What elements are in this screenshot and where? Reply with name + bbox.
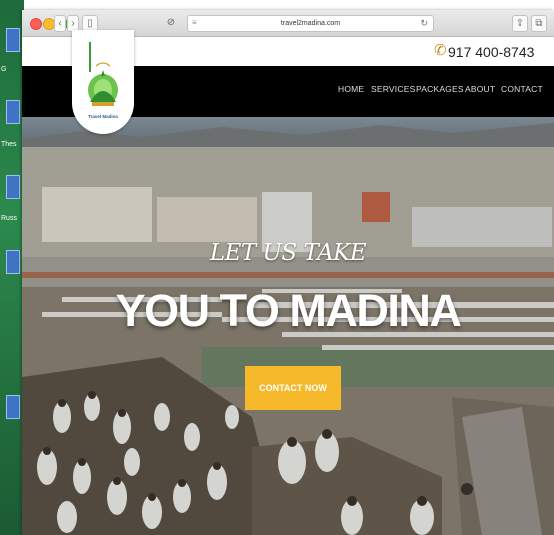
logo-name: Travel Madina <box>88 114 118 119</box>
hero-title: YOU TO MADINA <box>115 285 462 336</box>
desktop-file-icon[interactable] <box>6 100 20 124</box>
desktop-file-icon[interactable] <box>6 175 20 199</box>
privacy-icon[interactable]: ⊘ <box>164 15 178 30</box>
nav-packages[interactable]: PACKAGES <box>416 84 464 94</box>
nav-contact[interactable]: CONTACT <box>501 84 543 94</box>
share-icon[interactable]: ⇪ <box>512 15 528 32</box>
phone-number[interactable]: 917 400-8743 <box>448 43 534 61</box>
contact-now-button[interactable]: CONTACT NOW <box>245 366 341 410</box>
url-text: travel2madina.com <box>280 20 341 27</box>
site-logo[interactable]: Travel Madina <box>72 30 134 134</box>
desktop-label: Russ <box>1 215 17 222</box>
hero-subtitle: LET US TAKE <box>209 240 367 266</box>
desktop-label: Thes <box>1 141 17 148</box>
desktop-file-icon[interactable] <box>6 395 20 419</box>
back-icon[interactable]: ‹ <box>54 15 66 32</box>
nav-about[interactable]: ABOUT <box>465 84 495 94</box>
nav-services[interactable]: SERVICES <box>371 84 415 94</box>
desktop-strip: G Thes Russ <box>0 0 24 535</box>
desktop-file-icon[interactable] <box>6 28 20 52</box>
phone-icon: ✆ <box>434 42 447 59</box>
close-icon[interactable] <box>30 18 42 30</box>
reload-icon[interactable]: ↻ <box>420 17 428 30</box>
address-bar[interactable]: ≡ travel2madina.com ↻ <box>187 15 434 32</box>
desktop-file-icon[interactable] <box>6 250 20 274</box>
mosque-icon <box>88 42 118 106</box>
desktop-label: G <box>1 66 7 73</box>
browser-window: ‹ › ▯ ⊘ ≡ travel2madina.com ↻ ⇪ ⧉ ✆ 917 … <box>22 10 554 535</box>
hero-section: LET US TAKE YOU TO MADINA CONTACT NOW <box>22 117 554 535</box>
nav-home[interactable]: HOME <box>338 84 364 94</box>
tabs-icon[interactable]: ⧉ <box>531 15 547 32</box>
